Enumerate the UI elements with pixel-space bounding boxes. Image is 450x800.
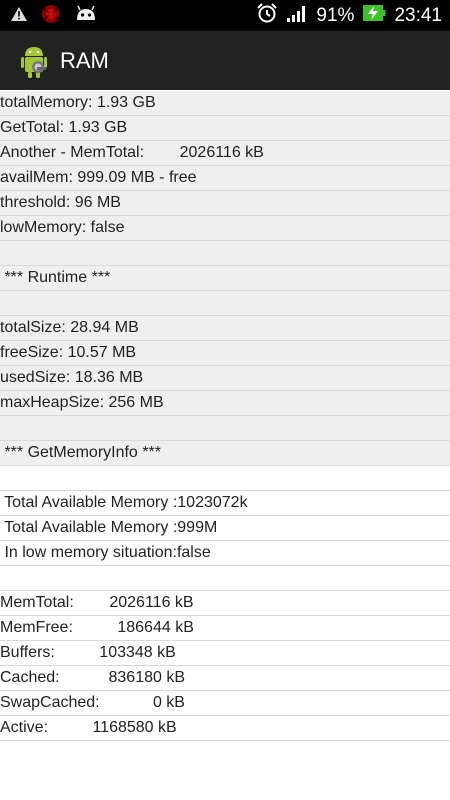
list-item: usedSize: 18.36 MB bbox=[0, 366, 450, 391]
list-item bbox=[0, 241, 450, 266]
list-item: Total Available Memory :999M bbox=[0, 516, 450, 541]
signal-icon bbox=[286, 3, 308, 29]
warning-icon bbox=[10, 6, 28, 27]
status-bar: 91% 23:41 bbox=[0, 0, 450, 31]
list-item: SwapCached: 0 kB bbox=[0, 691, 450, 716]
list-item bbox=[0, 566, 450, 591]
battery-charging-icon bbox=[362, 3, 386, 29]
list-item: Active: 1168580 kB bbox=[0, 716, 450, 741]
list-item: Total Available Memory :1023072k bbox=[0, 491, 450, 516]
list-item bbox=[0, 466, 450, 491]
list-item: lowMemory: false bbox=[0, 216, 450, 241]
memory-info-list[interactable]: totalMemory: 1.93 GB GetTotal: 1.93 GB A… bbox=[0, 91, 450, 741]
action-bar: RAM bbox=[0, 31, 450, 90]
section-header: *** Runtime *** bbox=[0, 266, 450, 291]
list-item bbox=[0, 291, 450, 316]
notification-icons bbox=[10, 3, 98, 30]
list-item: freeSize: 10.57 MB bbox=[0, 341, 450, 366]
list-item: GetTotal: 1.93 GB bbox=[0, 116, 450, 141]
list-item: totalSize: 28.94 MB bbox=[0, 316, 450, 341]
list-item: totalMemory: 1.93 GB bbox=[0, 91, 450, 116]
list-item: MemFree: 186644 kB bbox=[0, 616, 450, 641]
list-item: MemTotal: 2026116 kB bbox=[0, 591, 450, 616]
list-item: Cached: 836180 kB bbox=[0, 666, 450, 691]
android-robot-icon[interactable] bbox=[18, 43, 50, 79]
spider-icon bbox=[40, 3, 62, 30]
system-status: 91% 23:41 bbox=[256, 0, 442, 31]
list-item: Buffers: 103348 kB bbox=[0, 641, 450, 666]
list-item: availMem: 999.09 MB - free bbox=[0, 166, 450, 191]
list-item: threshold: 96 MB bbox=[0, 191, 450, 216]
alarm-icon bbox=[256, 2, 278, 30]
list-item: In low memory situation:false bbox=[0, 541, 450, 566]
clock-time: 23:41 bbox=[394, 4, 442, 26]
list-item: maxHeapSize: 256 MB bbox=[0, 391, 450, 416]
list-item: Another - MemTotal: 2026116 kB bbox=[0, 141, 450, 166]
list-item bbox=[0, 416, 450, 441]
android-notification-icon bbox=[74, 5, 98, 28]
section-header: *** GetMemoryInfo *** bbox=[0, 441, 450, 466]
app-title: RAM bbox=[60, 47, 109, 73]
battery-percent: 91% bbox=[316, 4, 355, 26]
